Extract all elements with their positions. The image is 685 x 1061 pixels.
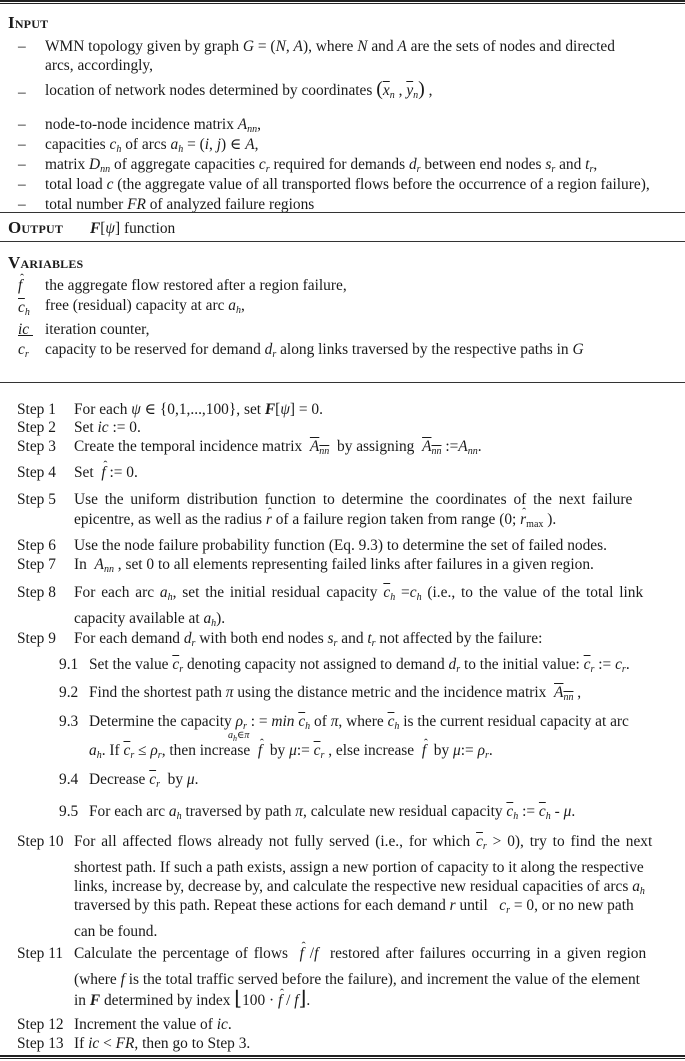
step-7-text: In Ann , set 0 to all elements represent… <box>74 556 594 575</box>
var-desc-cr: capacity to be reserved for demand dr al… <box>45 341 584 360</box>
step-5-text-cont: epicentre, as well as the radius r of a … <box>74 503 674 530</box>
step-10-text: For all affected flows already not fully… <box>74 833 653 852</box>
input-item-location: location of network nodes determined by … <box>45 78 433 101</box>
step-11-text: Calculate the percentage of flows f /f r… <box>74 937 674 963</box>
step-10-line4: traversed by this path. Repeat these act… <box>74 897 634 916</box>
section-divider <box>0 212 685 213</box>
step-label: Step 3 <box>17 438 56 455</box>
output-heading: Output <box>8 218 64 237</box>
bullet: – <box>18 84 26 101</box>
step-label: Step 5 <box>17 491 56 508</box>
step-10-line5: can be found. <box>74 923 158 940</box>
step-4-text: Set f := 0. <box>74 456 674 482</box>
var-symbol-cr: cr <box>18 341 29 360</box>
top-border <box>0 0 685 4</box>
step-2-text: Set ic := 0. <box>74 419 141 436</box>
step-3-text: Create the temporal incidence matrix Ann… <box>74 438 482 457</box>
substep-9-3-text-cont: ah. If cr ≤ ρr, then increase f by μ:= c… <box>89 734 674 761</box>
step-label: Step 6 <box>17 537 56 554</box>
bullet: – <box>18 38 26 55</box>
step-5-text: Use the uniform distribution function to… <box>74 491 633 508</box>
step-label: Step 8 <box>17 584 56 601</box>
step-10-line2: shortest path. If such a path exists, as… <box>74 859 644 876</box>
bottom-border <box>0 1055 685 1059</box>
step-10-line3: links, increase by, decrease by, and cal… <box>74 878 645 897</box>
input-item-capacities: capacities ch of arcs ah = (i, j) ∈ A, <box>45 136 259 155</box>
step-label: Step 4 <box>17 464 56 481</box>
input-item-total-load: total load c (the aggregate value of all… <box>45 176 650 193</box>
step-11-line2: (where f is the total traffic served bef… <box>74 971 640 988</box>
step-label: Step 13 <box>17 1035 64 1052</box>
step-9-text: For each demand dr with both end nodes s… <box>74 630 543 649</box>
step-label: Step 7 <box>17 556 56 573</box>
var-symbol-ch: ch <box>18 299 30 318</box>
input-item-topology-cont: arcs, accordingly, <box>45 57 153 74</box>
step-11-line3: in F determined by index ⌊100 · f / f⌋. <box>74 984 674 1010</box>
substep-9-3-text: Determine the capacity ρr : = min ch of … <box>89 713 629 732</box>
step-label: Step 2 <box>17 419 56 436</box>
step-8-text-cont: capacity available at ah). <box>74 610 226 629</box>
step-12-text: Increment the value of ic. <box>74 1016 232 1033</box>
input-item-incidence: node-to-node incidence matrix Ann, <box>45 116 262 135</box>
bullet: – <box>18 176 26 193</box>
output-text: F[ψ] function <box>90 220 176 237</box>
var-symbol-fhat: f <box>18 269 42 295</box>
input-item-incidence-text: node-to-node incidence matrix <box>45 116 234 133</box>
substep-9-5-text: For each arc ah traversed by path π, cal… <box>89 803 576 822</box>
substep-9-1-text: Set the value cr denoting capacity not a… <box>89 656 630 675</box>
bullet: – <box>18 136 26 153</box>
bullet: – <box>18 156 26 173</box>
step-label: Step 11 <box>17 945 64 962</box>
var-desc-fhat: the aggregate flow restored after a regi… <box>45 277 347 294</box>
substep-9-2-text: Find the shortest path π using the dista… <box>89 684 582 703</box>
step-label: Step 12 <box>17 1016 64 1033</box>
step-1-text: For each ψ ∈ {0,1,...,100}, set F[ψ] = 0… <box>74 401 323 418</box>
section-divider <box>0 241 685 242</box>
input-item-demand-matrix: matrix Dnn of aggregate capacities cr re… <box>45 156 598 175</box>
input-item-topology: WMN topology given by graph G = (N, A), … <box>45 38 615 55</box>
section-divider <box>0 382 685 383</box>
var-desc-ch: free (residual) capacity at arc ah, <box>45 297 245 316</box>
step-6-text: Use the node failure probability functio… <box>74 537 607 554</box>
bullet: – <box>18 116 26 133</box>
step-label: Step 10 <box>17 833 64 850</box>
step-label: Step 9 <box>17 630 56 647</box>
step-13-text: If ic < FR, then go to Step 3. <box>74 1035 251 1052</box>
input-heading: Input <box>8 13 49 32</box>
substep-9-4-text: Decrease cr by μ. <box>89 771 199 790</box>
step-label: Step 1 <box>17 401 56 418</box>
var-desc-ic: iteration counter, <box>45 321 150 338</box>
var-symbol-ic: ic <box>18 321 33 338</box>
step-8-text: For each arc ah, set the initial residua… <box>74 584 644 603</box>
input-item-location-text: location of network nodes determined by … <box>45 82 373 99</box>
